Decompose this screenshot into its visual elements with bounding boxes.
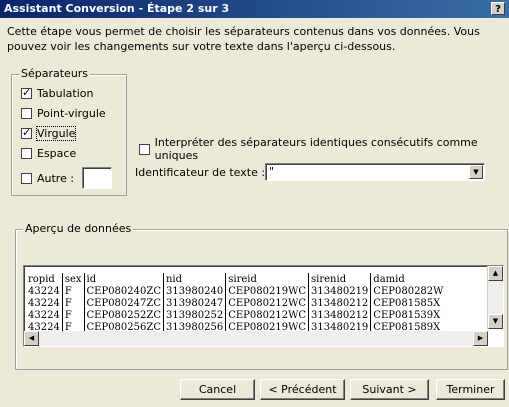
column-header[interactable]: sireid bbox=[225, 273, 309, 285]
scroll-left-icon[interactable]: ◀ bbox=[24, 331, 39, 346]
consecutive-option[interactable]: Interpréter des séparateurs identiques c… bbox=[139, 136, 509, 162]
table-row: 43224 F CEP080252ZC 313980252 CEP080212W… bbox=[26, 309, 446, 321]
table-cell: 43224 bbox=[28, 285, 60, 297]
scroll-up-icon[interactable]: ▲ bbox=[488, 266, 503, 281]
espace-label: Espace bbox=[37, 147, 77, 160]
tabulation-checkbox[interactable] bbox=[21, 86, 32, 99]
table-cell: 313980240 bbox=[162, 285, 226, 297]
vertical-scrollbar[interactable]: ▲ ▼ bbox=[487, 266, 503, 329]
step-description: Cette étape vous permet de choisir les s… bbox=[7, 25, 480, 53]
table-cell: 313480219 bbox=[308, 285, 371, 297]
point-virgule-checkbox[interactable] bbox=[21, 108, 32, 119]
data-preview[interactable]: ropid sex id nid sireid sirenid damid 43… bbox=[23, 265, 504, 347]
column-header[interactable]: damid bbox=[370, 273, 446, 285]
window-title: Assistant Conversion - Étape 2 sur 3 bbox=[4, 2, 230, 15]
espace-checkbox[interactable] bbox=[21, 148, 32, 159]
table-cell: CEP080240ZC bbox=[83, 285, 164, 297]
table-cell: 43224 bbox=[28, 297, 60, 309]
help-button[interactable]: ? bbox=[491, 2, 505, 15]
table-cell: CEP080252ZC bbox=[83, 309, 164, 321]
table-cell: CEP080282W bbox=[370, 285, 446, 297]
point-virgule-option[interactable]: Point-virgule bbox=[21, 107, 106, 120]
text-qualifier-value: " bbox=[269, 165, 275, 178]
table-row: 43224 F CEP080240ZC 313980240 CEP080219W… bbox=[26, 285, 446, 297]
table-cell: CEP081585X bbox=[370, 297, 446, 309]
table-cell: F bbox=[61, 297, 85, 309]
column-header[interactable]: id bbox=[83, 273, 164, 285]
chevron-down-icon[interactable]: ▼ bbox=[469, 165, 483, 179]
table-row: 43224 F CEP080247ZC 313980247 CEP080212W… bbox=[26, 297, 446, 309]
autre-checkbox[interactable] bbox=[21, 172, 32, 184]
point-virgule-label: Point-virgule bbox=[37, 107, 106, 120]
consecutive-label: Interpréter des séparateurs identiques c… bbox=[154, 136, 478, 162]
table-cell: CEP081539X bbox=[370, 309, 446, 321]
virgule-checkbox[interactable] bbox=[21, 126, 32, 139]
cancel-button[interactable]: Cancel bbox=[180, 379, 255, 400]
finish-button[interactable]: Terminer bbox=[436, 379, 505, 400]
tabulation-option[interactable]: Tabulation bbox=[21, 86, 94, 100]
table-cell: 313980247 bbox=[162, 297, 226, 309]
text-qualifier-select[interactable]: " ▼ bbox=[265, 163, 485, 181]
table-cell: F bbox=[61, 285, 85, 297]
table-cell: 313480212 bbox=[308, 309, 371, 321]
column-header[interactable]: ropid bbox=[26, 273, 62, 285]
table-cell: 313980252 bbox=[162, 309, 226, 321]
wizard-window: Assistant Conversion - Étape 2 sur 3 ? C… bbox=[0, 0, 509, 407]
autre-option[interactable]: Autre : bbox=[21, 167, 113, 189]
preview-legend: Aperçu de données bbox=[23, 222, 134, 235]
column-header[interactable]: sirenid bbox=[308, 273, 371, 285]
table-cell: 43224 bbox=[28, 309, 60, 321]
previous-button[interactable]: < Précédent bbox=[260, 379, 345, 400]
consecutive-checkbox[interactable] bbox=[139, 143, 150, 155]
table-cell: CEP080212WC bbox=[225, 297, 309, 309]
text-qualifier-label: Identificateur de texte : bbox=[135, 166, 266, 179]
next-button[interactable]: Suivant > bbox=[350, 379, 429, 400]
column-header[interactable]: sex bbox=[61, 273, 85, 285]
table-cell: CEP080247ZC bbox=[83, 297, 164, 309]
virgule-label: Virgule bbox=[35, 126, 77, 141]
table-cell: 313480212 bbox=[308, 297, 371, 309]
autre-input[interactable] bbox=[82, 167, 113, 189]
tabulation-label: Tabulation bbox=[37, 87, 94, 100]
horizontal-scrollbar[interactable]: ◀ ▶ bbox=[24, 331, 488, 346]
column-header[interactable]: nid bbox=[162, 273, 226, 285]
separators-legend: Séparateurs bbox=[19, 67, 91, 80]
virgule-option[interactable]: Virgule bbox=[21, 126, 77, 141]
table-header-row: ropid sex id nid sireid sirenid damid bbox=[26, 273, 446, 285]
autre-label: Autre : bbox=[37, 171, 75, 185]
table-cell: CEP080212WC bbox=[225, 309, 309, 321]
scroll-right-icon[interactable]: ▶ bbox=[473, 331, 488, 346]
espace-option[interactable]: Espace bbox=[21, 147, 76, 160]
separators-group: Séparateurs Tabulation Point-virgule Vir… bbox=[11, 67, 127, 196]
table-cell: F bbox=[61, 309, 85, 321]
title-bar: Assistant Conversion - Étape 2 sur 3 ? bbox=[0, 0, 509, 18]
table-cell: CEP080219WC bbox=[225, 285, 309, 297]
preview-table: ropid sex id nid sireid sirenid damid 43… bbox=[26, 273, 446, 333]
scroll-down-icon[interactable]: ▼ bbox=[488, 314, 503, 329]
